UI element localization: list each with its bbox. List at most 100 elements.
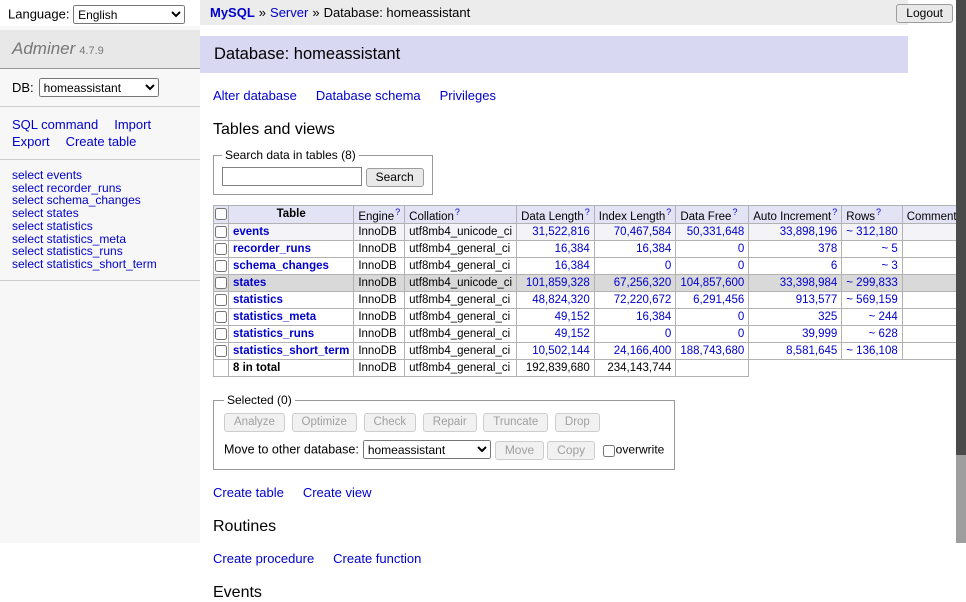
data-free-link-schema_changes[interactable]: 0 [738, 260, 744, 272]
data-length-link-recorder_runs[interactable]: 16,384 [555, 243, 590, 255]
rows-link-schema_changes[interactable]: ~ 3 [881, 260, 897, 272]
help-icon-data-length[interactable]: ? [585, 207, 590, 217]
alter-database-link[interactable]: Alter database [213, 88, 297, 103]
data-length-link-events[interactable]: 31,522,816 [532, 226, 590, 238]
check-button[interactable]: Check [364, 413, 417, 432]
index-length-link-schema_changes[interactable]: 0 [665, 260, 671, 272]
table-link-events[interactable]: events [233, 226, 269, 238]
export-link[interactable]: Export [12, 134, 50, 149]
auto-increment-link-recorder_runs[interactable]: 378 [818, 243, 837, 255]
rows-link-recorder_runs[interactable]: ~ 5 [881, 243, 897, 255]
data-length-link-statistics_runs[interactable]: 49,152 [555, 328, 590, 340]
help-icon-rows[interactable]: ? [876, 207, 881, 217]
table-link-statistics_runs[interactable]: statistics_runs [233, 328, 314, 340]
rows-cell: ~ 569,159 [842, 292, 902, 309]
auto-increment-link-states[interactable]: 33,398,984 [780, 277, 838, 289]
row-checkbox-statistics_runs[interactable] [215, 328, 227, 340]
rows-link-statistics[interactable]: ~ 569,159 [846, 294, 897, 306]
col-header-collation: Collation? [405, 205, 517, 224]
create-table-link[interactable]: Create table [213, 485, 284, 500]
index-length-link-events[interactable]: 70,467,584 [614, 226, 672, 238]
index-length-link-statistics_meta[interactable]: 16,384 [636, 311, 671, 323]
row-checkbox-states[interactable] [215, 277, 227, 289]
row-checkbox-schema_changes[interactable] [215, 260, 227, 272]
auto-increment-link-statistics_runs[interactable]: 39,999 [802, 328, 837, 340]
auto-increment-link-statistics[interactable]: 913,577 [796, 294, 838, 306]
auto-increment-link-schema_changes[interactable]: 6 [831, 260, 837, 272]
rows-link-states[interactable]: ~ 299,833 [846, 277, 897, 289]
rows-link-statistics_short_term[interactable]: ~ 136,108 [846, 345, 897, 357]
data-free-cell: 0 [676, 309, 749, 326]
rows-cell: ~ 5 [842, 241, 902, 258]
index-length-link-statistics_runs[interactable]: 0 [665, 328, 671, 340]
data-free-link-statistics_runs[interactable]: 0 [738, 328, 744, 340]
help-icon-collation[interactable]: ? [455, 207, 460, 217]
app-name-link[interactable]: Adminer [12, 39, 75, 58]
database-schema-link[interactable]: Database schema [316, 88, 421, 103]
auto-increment-link-statistics_short_term[interactable]: 8,581,645 [786, 345, 837, 357]
truncate-button[interactable]: Truncate [483, 413, 548, 432]
help-icon-data-free[interactable]: ? [732, 207, 737, 217]
row-checkbox-statistics[interactable] [215, 294, 227, 306]
create-view-link[interactable]: Create view [303, 485, 372, 500]
table-link-statistics_short_term[interactable]: statistics_short_term [233, 345, 349, 357]
data-free-link-statistics_meta[interactable]: 0 [738, 311, 744, 323]
index-length-link-statistics[interactable]: 72,220,672 [614, 294, 672, 306]
table-link-states[interactable]: states [233, 277, 266, 289]
sidebar-link-select-statistics_short_term[interactable]: select statistics_short_term [12, 257, 157, 271]
move-button[interactable]: Move [495, 441, 544, 460]
data-length-link-statistics_meta[interactable]: 49,152 [555, 311, 590, 323]
row-checkbox-statistics_meta[interactable] [215, 311, 227, 323]
data-length-link-schema_changes[interactable]: 16,384 [555, 260, 590, 272]
index-length-link-recorder_runs[interactable]: 16,384 [636, 243, 671, 255]
create-function-link[interactable]: Create function [333, 551, 421, 566]
privileges-link[interactable]: Privileges [440, 88, 496, 103]
table-link-statistics_meta[interactable]: statistics_meta [233, 311, 316, 323]
data-length-link-statistics[interactable]: 48,824,320 [532, 294, 590, 306]
data-free-link-recorder_runs[interactable]: 0 [738, 243, 744, 255]
help-icon-auto-increment[interactable]: ? [832, 207, 837, 217]
logout-button[interactable]: Logout [896, 4, 953, 23]
auto-increment-link-statistics_meta[interactable]: 325 [818, 311, 837, 323]
auto-increment-link-events[interactable]: 33,898,196 [780, 226, 838, 238]
repair-button[interactable]: Repair [423, 413, 477, 432]
scrollbar-thumb[interactable] [956, 0, 966, 455]
move-db-select[interactable]: homeassistant [363, 440, 491, 459]
select-all-checkbox[interactable] [215, 208, 227, 220]
search-button[interactable]: Search [366, 168, 424, 187]
help-icon-engine[interactable]: ? [395, 207, 400, 217]
search-input[interactable] [222, 167, 362, 186]
create-table-link-sidebar[interactable]: Create table [66, 134, 137, 149]
import-link[interactable]: Import [114, 117, 151, 132]
scrollbar[interactable] [956, 0, 966, 543]
data-length-link-statistics_short_term[interactable]: 10,502,144 [532, 345, 590, 357]
breadcrumb-server-link[interactable]: Server [270, 5, 308, 20]
table-link-schema_changes[interactable]: schema_changes [233, 260, 329, 272]
data-free-link-states[interactable]: 104,857,600 [680, 277, 744, 289]
rows-link-statistics_runs[interactable]: ~ 628 [869, 328, 898, 340]
index-length-link-statistics_short_term[interactable]: 24,166,400 [614, 345, 672, 357]
index-length-link-states[interactable]: 67,256,320 [614, 277, 672, 289]
row-checkbox-recorder_runs[interactable] [215, 243, 227, 255]
sql-command-link[interactable]: SQL command [12, 117, 98, 132]
data-free-link-statistics_short_term[interactable]: 188,743,680 [680, 345, 744, 357]
data-length-link-states[interactable]: 101,859,328 [526, 277, 590, 289]
analyze-button[interactable]: Analyze [224, 413, 285, 432]
drop-button[interactable]: Drop [555, 413, 600, 432]
rows-link-events[interactable]: ~ 312,180 [846, 226, 897, 238]
data-free-link-statistics[interactable]: 6,291,456 [693, 294, 744, 306]
data-free-link-events[interactable]: 50,331,648 [687, 226, 745, 238]
row-checkbox-events[interactable] [215, 226, 227, 238]
language-select[interactable]: English [73, 5, 185, 24]
breadcrumb-mysql-link[interactable]: MySQL [210, 5, 255, 20]
db-select[interactable]: homeassistant [39, 78, 159, 97]
help-icon-index-length[interactable]: ? [666, 207, 671, 217]
create-procedure-link[interactable]: Create procedure [213, 551, 314, 566]
copy-button[interactable]: Copy [547, 441, 595, 460]
table-link-statistics[interactable]: statistics [233, 294, 283, 306]
row-checkbox-statistics_short_term[interactable] [215, 345, 227, 357]
rows-link-statistics_meta[interactable]: ~ 244 [869, 311, 898, 323]
optimize-button[interactable]: Optimize [292, 413, 357, 432]
overwrite-checkbox[interactable] [603, 445, 615, 457]
table-link-recorder_runs[interactable]: recorder_runs [233, 243, 311, 255]
